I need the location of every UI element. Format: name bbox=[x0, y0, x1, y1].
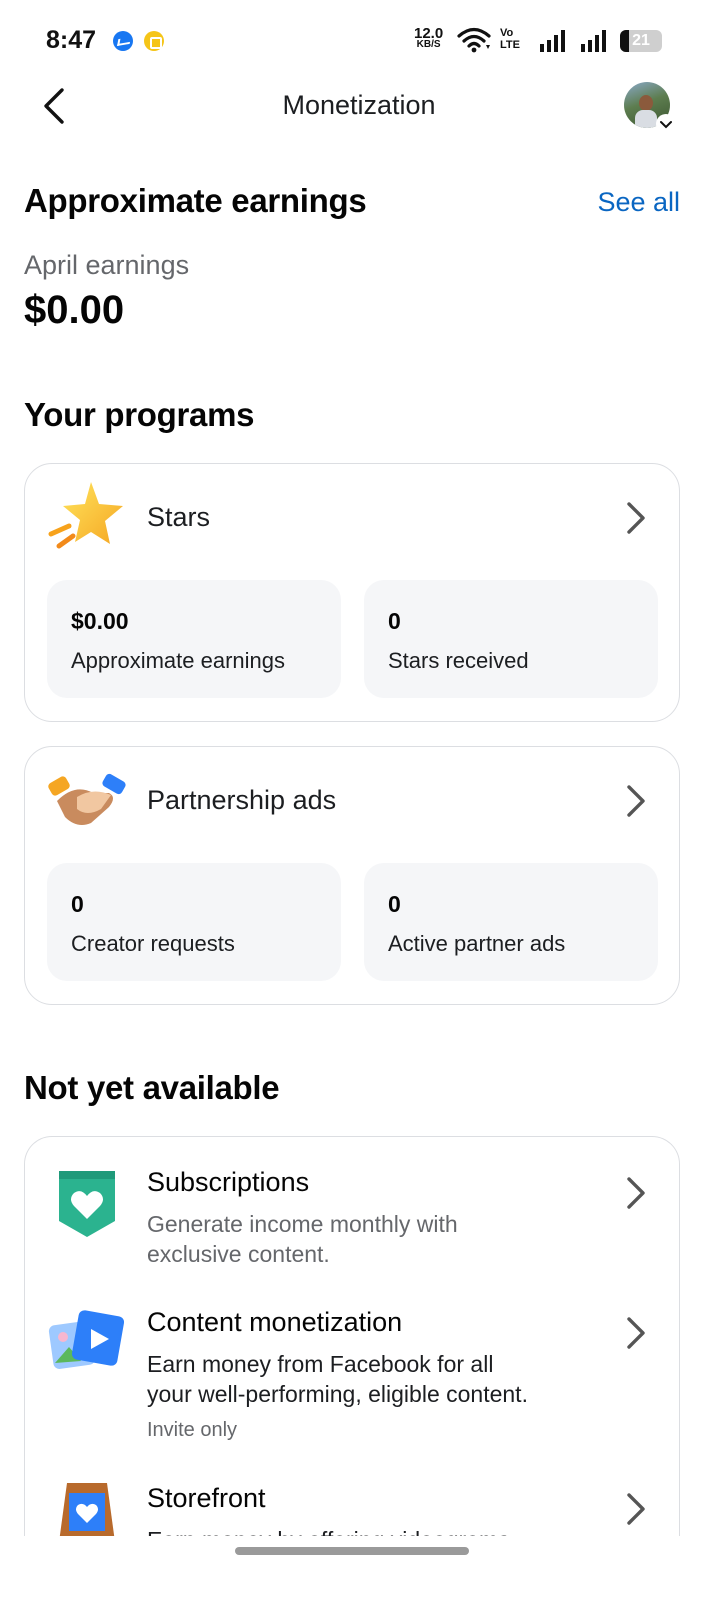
program-title-partnership-ads: Partnership ads bbox=[147, 785, 337, 815]
messenger-icon bbox=[113, 31, 133, 51]
volte-bottom: LTE bbox=[500, 39, 520, 51]
list-item-content-monetization[interactable]: Content monetization Earn money from Fac… bbox=[25, 1297, 679, 1447]
not-available-list: Subscriptions Generate income monthly wi… bbox=[24, 1136, 680, 1600]
handshake-icon bbox=[48, 773, 126, 825]
page-title: Monetization bbox=[282, 90, 436, 120]
program-title-stars: Stars bbox=[147, 502, 211, 532]
programs-heading: Your programs bbox=[24, 396, 255, 433]
stat-label: Approximate earnings bbox=[71, 648, 286, 673]
stat-value: 0 bbox=[388, 608, 401, 634]
stat-value: 0 bbox=[71, 891, 84, 917]
star-icon bbox=[48, 482, 123, 549]
chevron-down-icon bbox=[660, 121, 672, 129]
item-title: Subscriptions bbox=[147, 1167, 310, 1197]
stat-active-partner-ads: 0 Active partner ads bbox=[364, 863, 658, 981]
item-title: Storefront bbox=[147, 1483, 266, 1513]
status-bar: 8:47 12.0 KB/S Vo LTE 21 bbox=[0, 0, 718, 80]
stat-stars-earnings: $0.00 Approximate earnings bbox=[47, 580, 341, 698]
network-speed: 12.0 KB/S bbox=[414, 26, 443, 50]
bottom-system-area bbox=[0, 1536, 718, 1600]
invite-only-note: Invite only bbox=[147, 1419, 238, 1441]
item-desc-line2: your well-performing, eligible content. bbox=[147, 1381, 528, 1407]
media-play-icon bbox=[48, 1310, 125, 1369]
chevron-right-icon bbox=[627, 785, 645, 817]
top-app-bar: Monetization bbox=[0, 80, 718, 136]
status-time: 8:47 bbox=[46, 26, 97, 54]
home-indicator[interactable] bbox=[235, 1547, 469, 1555]
coin-icon bbox=[144, 31, 164, 51]
stat-label: Stars received bbox=[388, 648, 529, 673]
stat-label: Creator requests bbox=[71, 931, 235, 956]
program-card-stars: Stars $0.00 Approximate earnings 0 Stars… bbox=[24, 463, 680, 722]
chevron-right-icon bbox=[627, 1317, 645, 1349]
chevron-right-icon bbox=[627, 1177, 645, 1209]
avatar-face bbox=[639, 95, 653, 111]
stars-row[interactable]: Stars bbox=[25, 464, 679, 574]
stat-value: 0 bbox=[388, 891, 401, 917]
item-desc-line1: Earn money from Facebook for all bbox=[147, 1351, 494, 1377]
not-available-heading: Not yet available bbox=[24, 1069, 280, 1106]
stat-value: $0.00 bbox=[71, 608, 129, 634]
profile-switcher[interactable] bbox=[624, 82, 676, 134]
stat-stars-received: 0 Stars received bbox=[364, 580, 658, 698]
wifi-icon bbox=[457, 27, 491, 53]
chevron-right-icon bbox=[627, 1493, 645, 1525]
volte-icon: Vo LTE bbox=[500, 27, 520, 51]
item-desc-line1: Generate income monthly with bbox=[147, 1211, 458, 1237]
earnings-period-label: April earnings bbox=[24, 250, 190, 280]
stat-creator-requests: 0 Creator requests bbox=[47, 863, 341, 981]
network-speed-unit: KB/S bbox=[416, 39, 441, 50]
battery-level: 21 bbox=[632, 32, 650, 49]
list-item-subscriptions[interactable]: Subscriptions Generate income monthly wi… bbox=[25, 1157, 679, 1287]
heart-badge-icon bbox=[59, 1171, 115, 1237]
item-title: Content monetization bbox=[147, 1307, 403, 1337]
volte-top: Vo bbox=[500, 27, 514, 39]
signal-icon bbox=[581, 30, 606, 52]
partnership-ads-row[interactable]: Partnership ads bbox=[25, 747, 679, 857]
earnings-amount: $0.00 bbox=[24, 288, 125, 332]
battery-icon: 21 bbox=[620, 30, 662, 52]
program-card-partnership-ads: Partnership ads 0 Creator requests 0 Act… bbox=[24, 746, 680, 1005]
item-desc-line2: exclusive content. bbox=[147, 1241, 330, 1267]
stat-label: Active partner ads bbox=[388, 931, 566, 956]
earnings-heading: Approximate earnings bbox=[24, 182, 367, 219]
signal-icon bbox=[540, 30, 565, 52]
avatar-dropdown-badge bbox=[656, 114, 676, 134]
see-all-link[interactable]: See all bbox=[597, 187, 680, 218]
chevron-right-icon bbox=[627, 502, 645, 534]
avatar-body bbox=[635, 110, 657, 128]
